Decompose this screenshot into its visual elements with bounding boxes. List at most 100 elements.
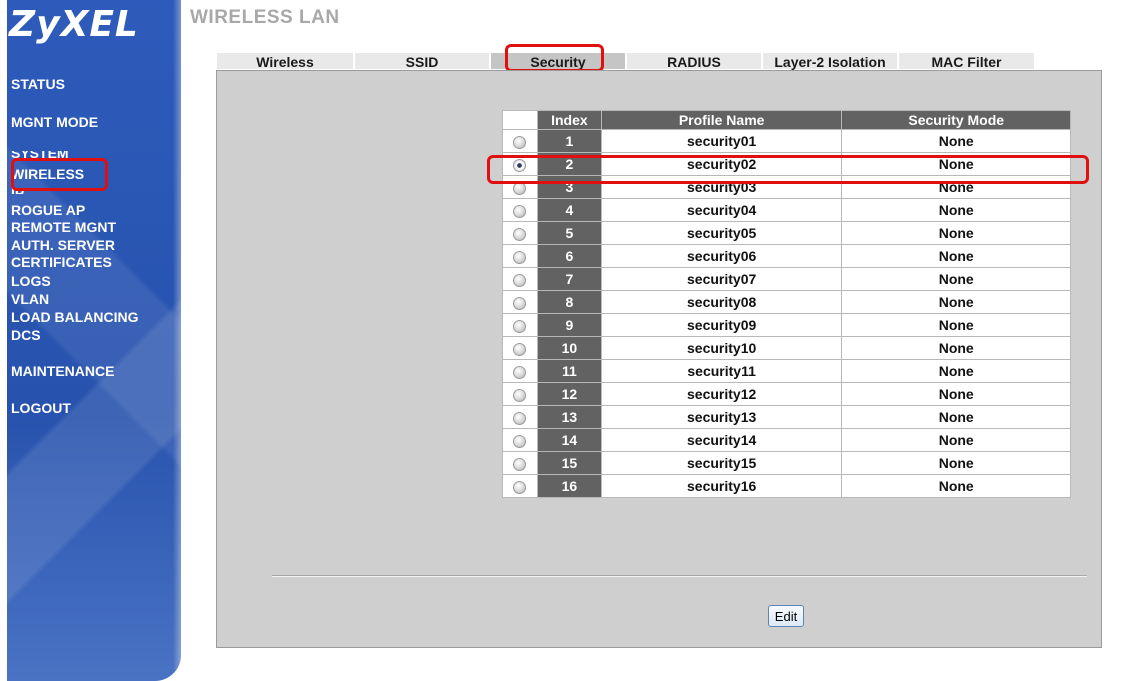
row-index: 9: [536, 313, 602, 337]
row-index: 8: [536, 290, 602, 314]
row-radio-button[interactable]: [513, 250, 527, 264]
row-security-mode: None: [841, 244, 1071, 268]
row-select-cell: [502, 221, 538, 245]
row-profile-name: security11: [600, 359, 843, 383]
tab-radius[interactable]: RADIUS: [626, 52, 762, 70]
row-security-mode: None: [841, 221, 1071, 245]
table-row[interactable]: 11 security11 None: [502, 359, 1071, 383]
sidebar-item-ip[interactable]: IP: [11, 186, 24, 194]
row-security-mode: None: [841, 198, 1071, 222]
row-index: 10: [536, 336, 602, 360]
sidebar-item-maintenance[interactable]: MAINTENANCE: [11, 363, 114, 379]
table-header-select: [502, 110, 538, 130]
row-security-mode: None: [841, 129, 1071, 153]
sidebar-item-dcs[interactable]: DCS: [11, 327, 41, 343]
row-profile-name: security07: [600, 267, 843, 291]
table-row[interactable]: 16 security16 None: [502, 474, 1071, 498]
tab-layer2-isolation[interactable]: Layer-2 Isolation: [762, 52, 898, 70]
row-index: 6: [536, 244, 602, 268]
row-profile-name: security04: [600, 198, 843, 222]
row-select-cell: [502, 129, 538, 153]
table-row[interactable]: 9 security09 None: [502, 313, 1071, 337]
row-select-cell: [502, 198, 538, 222]
sidebar-item-vlan[interactable]: VLAN: [11, 291, 49, 307]
row-security-mode: None: [841, 474, 1071, 498]
row-radio-button[interactable]: [513, 204, 527, 218]
sidebar-item-status[interactable]: STATUS: [11, 76, 65, 92]
tab-mac-filter[interactable]: MAC Filter: [898, 52, 1035, 70]
row-radio-button[interactable]: [513, 411, 527, 425]
table-row[interactable]: 3 security03 None: [502, 175, 1071, 199]
row-radio-button[interactable]: [513, 388, 527, 402]
row-select-cell: [502, 290, 538, 314]
row-radio-button[interactable]: [513, 181, 527, 195]
sidebar-item-system[interactable]: SYSTEM: [11, 151, 69, 161]
row-radio-button[interactable]: [513, 434, 527, 448]
row-index: 7: [536, 267, 602, 291]
tab-security[interactable]: Security: [490, 52, 626, 70]
zyxel-logo: ZyXEL: [9, 4, 139, 45]
sidebar-item-load-balancing[interactable]: LOAD BALANCING: [11, 309, 139, 325]
sidebar-item-wireless[interactable]: WIRELESS: [11, 166, 84, 182]
row-radio-button[interactable]: [513, 227, 527, 241]
sidebar-item-certificates[interactable]: CERTIFICATES: [11, 254, 112, 270]
row-index: 14: [536, 428, 602, 452]
row-radio-button[interactable]: [513, 319, 527, 333]
table-header-security-mode: Security Mode: [841, 110, 1071, 130]
table-header-profile-name: Profile Name: [600, 110, 843, 130]
table-row[interactable]: 8 security08 None: [502, 290, 1071, 314]
row-radio-button[interactable]: [513, 480, 527, 494]
table-row[interactable]: 14 security14 None: [502, 428, 1071, 452]
row-security-mode: None: [841, 267, 1071, 291]
table-row[interactable]: 6 security06 None: [502, 244, 1071, 268]
table-row[interactable]: 5 security05 None: [502, 221, 1071, 245]
row-profile-name: security13: [600, 405, 843, 429]
row-profile-name: security09: [600, 313, 843, 337]
tab-wireless[interactable]: Wireless: [216, 52, 354, 70]
row-security-mode: None: [841, 336, 1071, 360]
row-radio-button[interactable]: [513, 158, 527, 172]
sidebar-item-logs[interactable]: LOGS: [11, 273, 51, 289]
row-radio-button[interactable]: [513, 135, 527, 149]
row-select-cell: [502, 451, 538, 475]
row-profile-name: security15: [600, 451, 843, 475]
row-radio-button[interactable]: [513, 365, 527, 379]
row-profile-name: security14: [600, 428, 843, 452]
table-row[interactable]: 7 security07 None: [502, 267, 1071, 291]
tab-ssid[interactable]: SSID: [354, 52, 490, 70]
row-profile-name: security05: [600, 221, 843, 245]
row-index: 12: [536, 382, 602, 406]
table-row[interactable]: 15 security15 None: [502, 451, 1071, 475]
table-row[interactable]: 10 security10 None: [502, 336, 1071, 360]
sidebar-item-auth-server[interactable]: AUTH. SERVER: [11, 237, 115, 253]
row-profile-name: security06: [600, 244, 843, 268]
table-row[interactable]: 13 security13 None: [502, 405, 1071, 429]
table-row[interactable]: 2 security02 None: [502, 152, 1071, 176]
row-select-cell: [502, 267, 538, 291]
page-title: WIRELESS LAN: [190, 7, 340, 28]
row-select-cell: [502, 152, 538, 176]
sidebar-item-remote-mgnt[interactable]: REMOTE MGNT: [11, 219, 116, 235]
row-select-cell: [502, 405, 538, 429]
panel-divider: [272, 576, 1087, 577]
row-security-mode: None: [841, 451, 1071, 475]
table-header-index: Index: [536, 110, 602, 130]
row-select-cell: [502, 359, 538, 383]
sidebar-item-mgnt-mode[interactable]: MGNT MODE: [11, 114, 98, 130]
row-radio-button[interactable]: [513, 342, 527, 356]
row-security-mode: None: [841, 175, 1071, 199]
table-row[interactable]: 1 security01 None: [502, 129, 1071, 153]
edit-button[interactable]: Edit: [768, 605, 804, 627]
row-select-cell: [502, 244, 538, 268]
row-profile-name: security16: [600, 474, 843, 498]
row-index: 1: [536, 129, 602, 153]
row-select-cell: [502, 175, 538, 199]
row-radio-button[interactable]: [513, 296, 527, 310]
row-radio-button[interactable]: [513, 273, 527, 287]
row-security-mode: None: [841, 290, 1071, 314]
sidebar-item-logout[interactable]: LOGOUT: [11, 400, 71, 416]
sidebar-item-rogue-ap[interactable]: ROGUE AP: [11, 202, 85, 218]
table-row[interactable]: 12 security12 None: [502, 382, 1071, 406]
table-row[interactable]: 4 security04 None: [502, 198, 1071, 222]
row-radio-button[interactable]: [513, 457, 527, 471]
